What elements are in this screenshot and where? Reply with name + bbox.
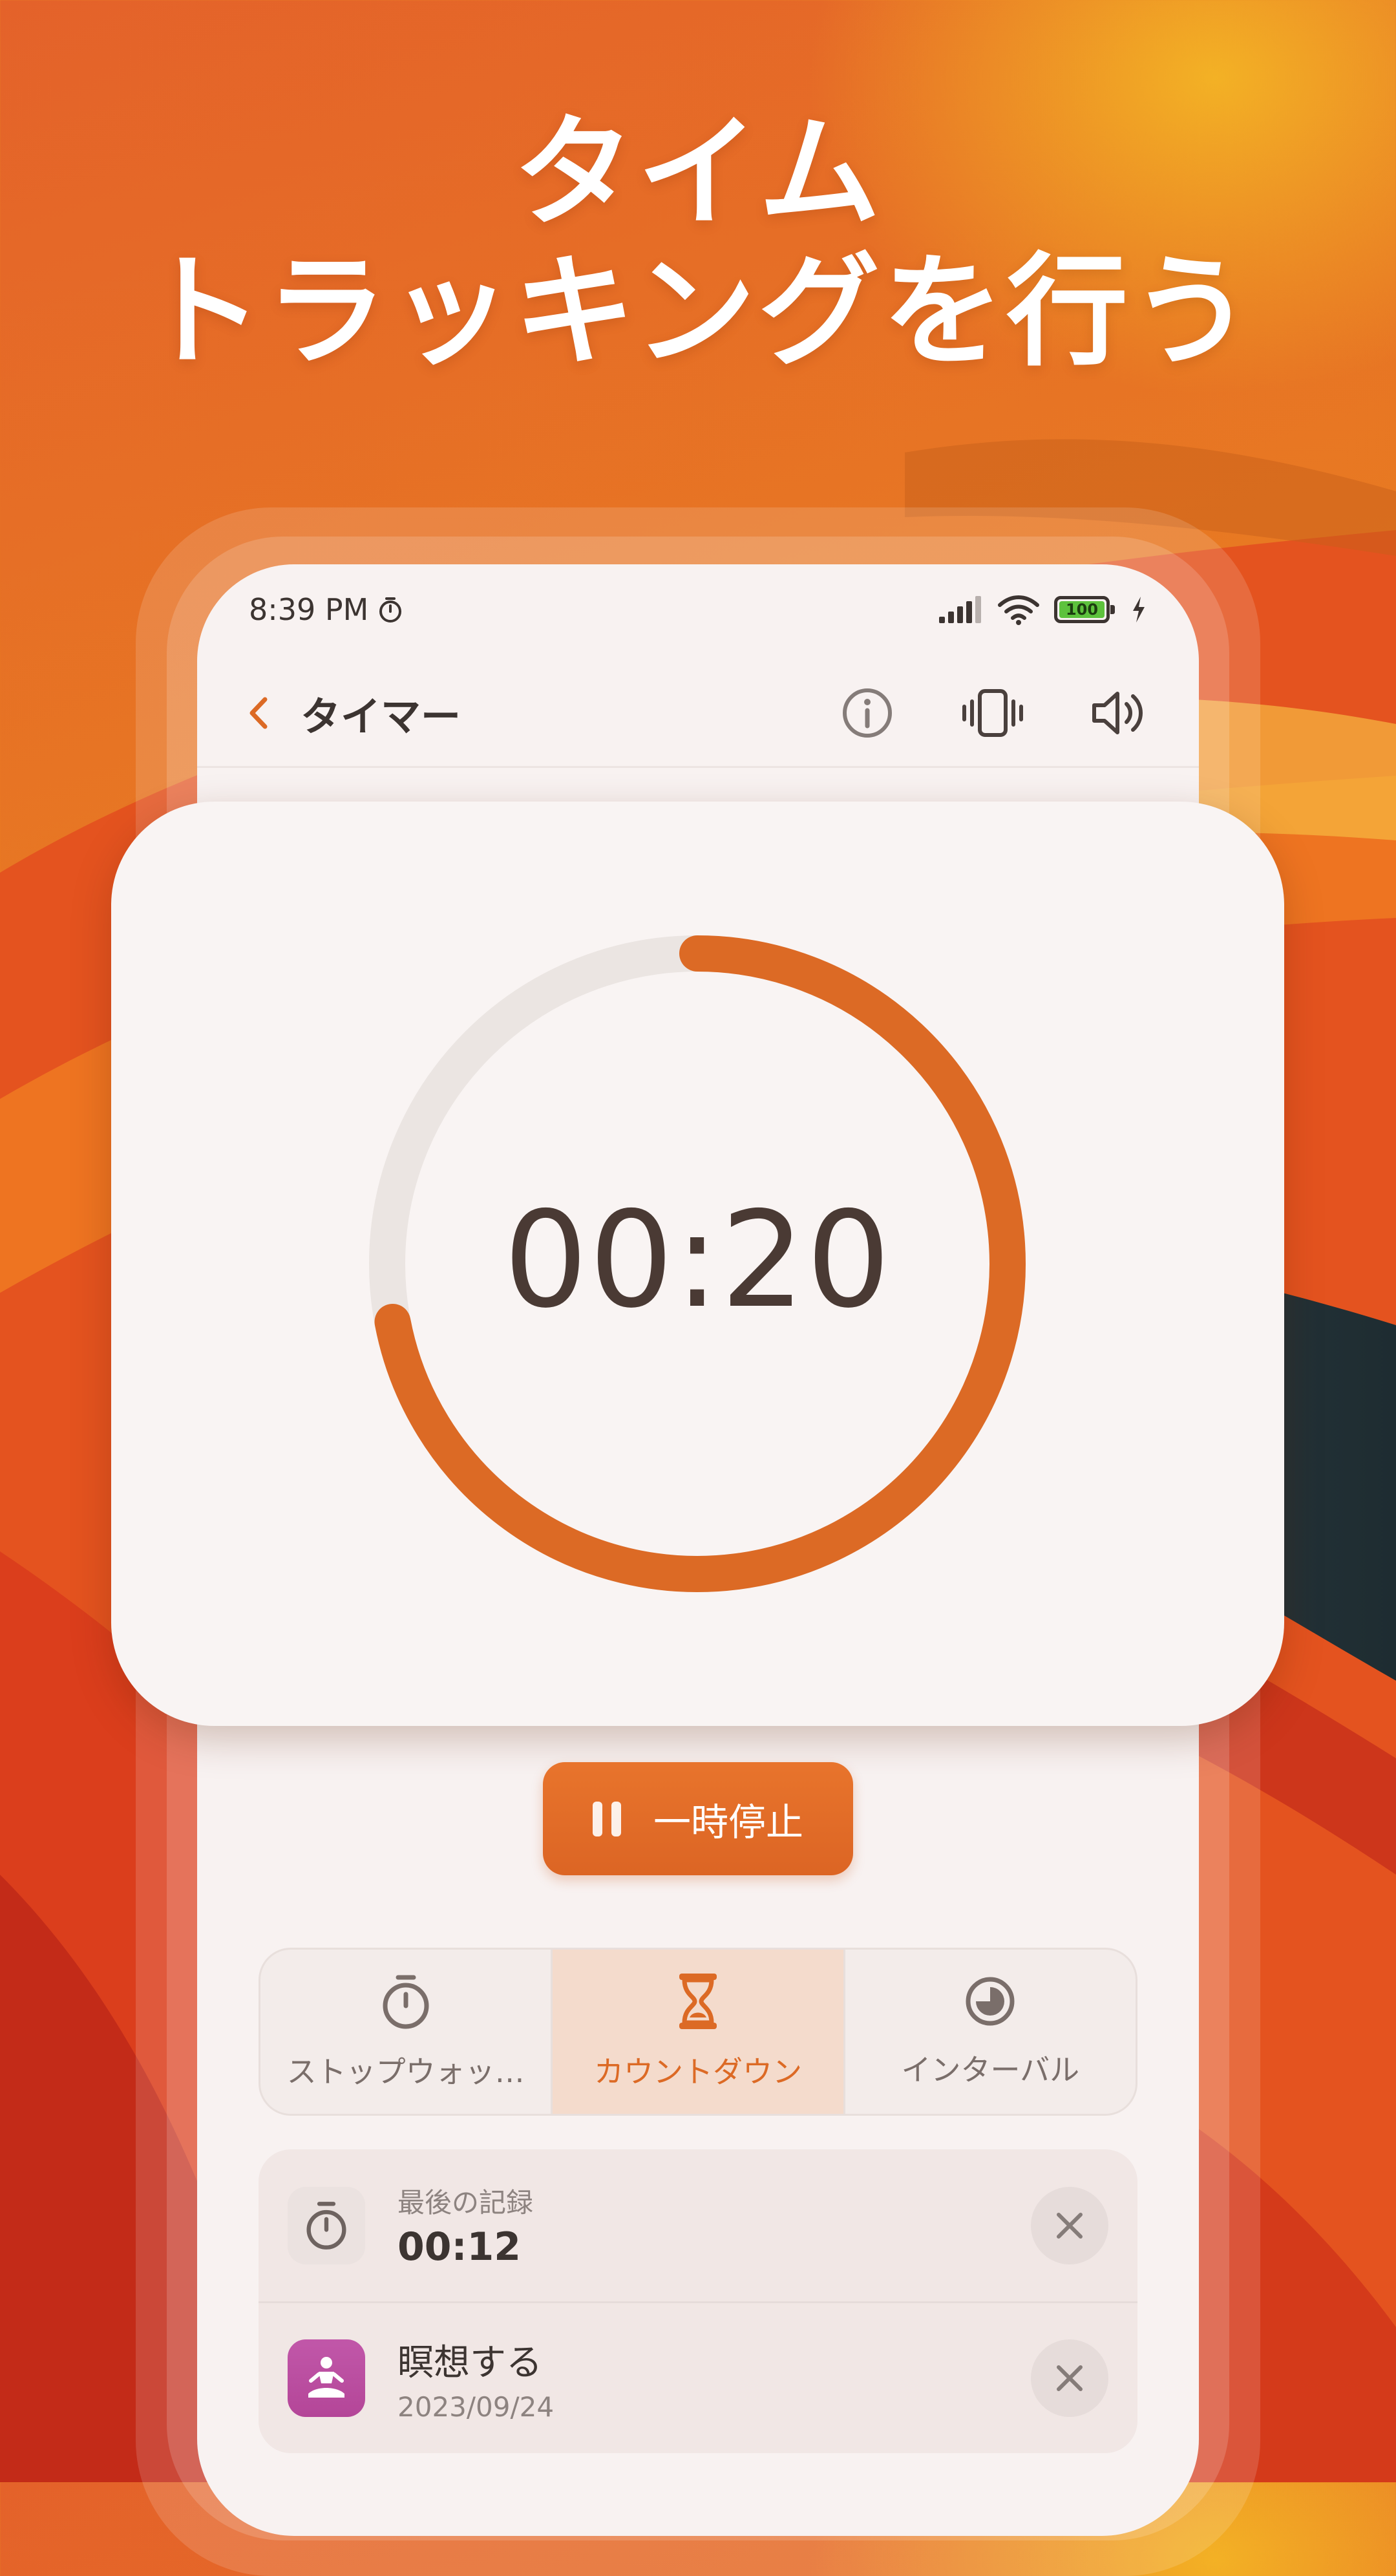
vibrate-icon	[960, 687, 1025, 739]
tab-countdown-label: カウントダウン	[593, 2054, 802, 2089]
volume-icon	[1089, 687, 1147, 739]
history-item-icon	[288, 2339, 365, 2417]
history-item-last-record[interactable]: 最後の記録 00:12	[259, 2149, 1137, 2301]
timer-card: 00:20	[111, 802, 1284, 1726]
pause-button-label: 一時停止	[653, 1800, 803, 1844]
history-item-meditation[interactable]: 瞑想する 2023/09/24	[259, 2301, 1137, 2453]
close-icon	[1055, 2363, 1084, 2393]
pause-button[interactable]: 一時停止	[543, 1762, 853, 1875]
pause-icon	[592, 1801, 621, 1836]
vibration-toggle[interactable]	[951, 671, 1035, 755]
remove-last-record-button[interactable]	[1031, 2186, 1108, 2264]
remove-meditation-button[interactable]	[1031, 2339, 1108, 2417]
tab-interval-label: インターバル	[901, 2052, 1080, 2087]
interval-icon	[963, 1974, 1017, 2028]
hero-title-line2: トラッキングを行う	[141, 241, 1255, 383]
stopwatch-status-icon	[377, 595, 403, 624]
meditation-icon	[302, 2354, 351, 2403]
hero-title-line1: タイム	[513, 102, 883, 244]
chevron-left-icon	[246, 696, 271, 730]
timer-display: 00:20	[503, 1184, 892, 1337]
tab-interval[interactable]: インターバル	[843, 1950, 1136, 2114]
info-button[interactable]	[825, 671, 909, 755]
hero-title: タイム トラッキングを行う	[0, 103, 1396, 381]
mode-tabs: ストップウォッ… カウントダウン インターバル	[259, 1948, 1137, 2116]
history-list: 最後の記録 00:12 瞑想する 2023/09/24	[259, 2149, 1137, 2453]
status-bar: 8:39 PM 100	[197, 564, 1199, 655]
stopwatch-icon	[302, 2199, 350, 2252]
info-icon	[840, 686, 894, 740]
meditation-title: 瞑想する	[397, 2342, 542, 2384]
tab-stopwatch[interactable]: ストップウォッ…	[260, 1950, 551, 2114]
battery-icon: 100	[1054, 596, 1115, 623]
stopwatch-icon	[380, 1972, 432, 2030]
last-record-label: 最後の記録	[397, 2187, 534, 2219]
hourglass-icon	[675, 1972, 721, 2030]
battery-level: 100	[1059, 601, 1105, 618]
status-time: 8:39 PM	[249, 592, 369, 627]
app-bar-divider	[197, 766, 1199, 768]
app-bar: タイマー	[197, 665, 1199, 761]
wifi-icon	[997, 593, 1040, 626]
close-icon	[1055, 2211, 1084, 2241]
sound-toggle[interactable]	[1076, 671, 1160, 755]
page-title: タイマー	[301, 693, 461, 740]
back-button[interactable]	[236, 690, 281, 736]
tab-countdown[interactable]: カウントダウン	[551, 1950, 843, 2114]
signal-icon	[938, 595, 983, 624]
history-item-icon	[288, 2186, 365, 2264]
meditation-date: 2023/09/24	[397, 2391, 555, 2423]
charging-icon	[1130, 595, 1147, 624]
last-record-value: 00:12	[397, 2224, 521, 2270]
tab-stopwatch-label: ストップウォッ…	[286, 2054, 525, 2089]
